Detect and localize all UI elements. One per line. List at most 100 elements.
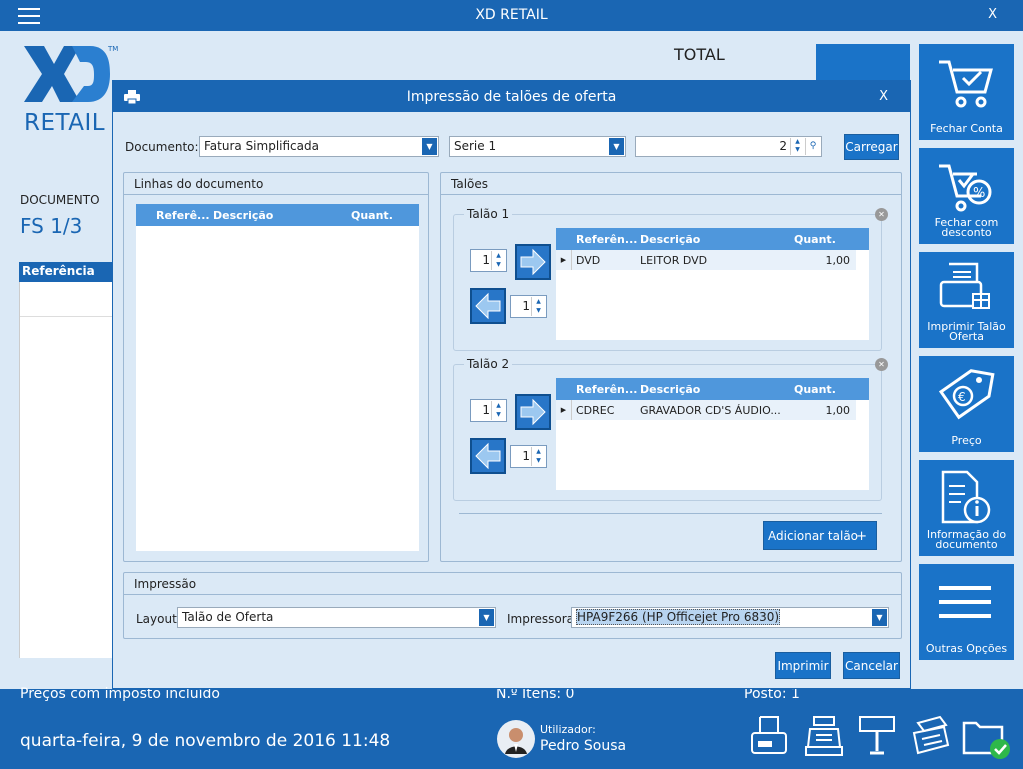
- talao-table[interactable]: Referên... Descrição Quant. ▶ DVD LEITOR…: [556, 228, 869, 340]
- imprimir-talao-oferta-button[interactable]: Imprimir Talão Oferta: [919, 252, 1014, 348]
- fechar-conta-button[interactable]: Fechar Conta: [919, 44, 1014, 140]
- documento-label: DOCUMENTO: [20, 193, 100, 207]
- number-spinner[interactable]: ▲ ▼: [790, 138, 804, 155]
- printer-select[interactable]: HPA9F266 (HP Officejet Pro 6830) ▼: [571, 607, 889, 628]
- cart-check-icon: [939, 60, 993, 108]
- referencia-column-header: Referência: [19, 262, 112, 282]
- printer-select-value: HPA9F266 (HP Officejet Pro 6830): [576, 609, 781, 625]
- move-right-button[interactable]: [515, 244, 551, 280]
- quantity-stepper[interactable]: 1 ▲ ▼: [470, 399, 507, 422]
- cell-ref: CDREC: [576, 404, 615, 417]
- document-lines-grid[interactable]: [19, 282, 112, 658]
- documento-field-label: Documento:: [125, 140, 199, 154]
- talao-table[interactable]: Referên... Descrição Quant. ▶ CDREC GRAV…: [556, 378, 869, 490]
- avatar: [497, 720, 535, 758]
- move-right-button[interactable]: [515, 394, 551, 430]
- column-header: Quant.: [794, 383, 836, 396]
- group-title: Linhas do documento: [124, 173, 428, 195]
- table-row[interactable]: ▶ DVD LEITOR DVD 1,00: [556, 250, 856, 270]
- folder-check-icon[interactable]: [962, 717, 1014, 759]
- layout-select[interactable]: Talão de Oferta ▼: [177, 607, 496, 628]
- tile-label: Fechar Conta: [930, 122, 1003, 135]
- document-info-icon: [941, 470, 991, 524]
- impressao-group: Impressão Layout: Talão de Oferta ▼ Impre…: [123, 572, 902, 639]
- column-header: Descrição: [640, 383, 701, 396]
- price-tag-icon: €: [938, 369, 995, 420]
- cancelar-button[interactable]: Cancelar: [843, 652, 900, 679]
- layout-label: Layout:: [136, 612, 181, 626]
- imprimir-button[interactable]: Imprimir: [775, 652, 831, 679]
- chevron-down-icon: ▼: [422, 138, 437, 155]
- documento-number: FS 1/3: [20, 214, 83, 238]
- chevron-down-icon: ▼: [609, 138, 624, 155]
- dialog-title-bar: Impressão de talões de oferta X: [113, 81, 910, 112]
- informacao-documento-button[interactable]: Informação do documento: [919, 460, 1014, 556]
- document-lines-table[interactable]: Referê... Descrição Quant.: [136, 204, 419, 551]
- arrow-right-icon: [520, 248, 546, 276]
- app-title: XD RETAIL: [475, 7, 548, 23]
- tile-label: Informação do documento: [926, 528, 1007, 551]
- quantity-stepper[interactable]: 1 ▲ ▼: [470, 249, 507, 272]
- outras-opcoes-button[interactable]: Outras Opções: [919, 564, 1014, 660]
- group-title: Talões: [441, 173, 901, 195]
- arrow-left-icon: [475, 442, 501, 470]
- table-row[interactable]: ▶ CDREC GRAVADOR CD'S ÁUDIO... 1,00: [556, 400, 856, 420]
- dialog-title: Impressão de talões de oferta: [406, 89, 617, 105]
- remove-talao-icon[interactable]: ✕: [875, 358, 888, 371]
- move-left-button[interactable]: [470, 438, 506, 474]
- chevron-down-icon: ▼: [872, 609, 887, 626]
- move-left-button[interactable]: [470, 288, 506, 324]
- document-tile-partial[interactable]: [816, 44, 910, 82]
- user-label: Utilizador:: [540, 723, 596, 736]
- adicionar-talao-button[interactable]: Adicionar talão +: [763, 521, 877, 550]
- cell-ref: DVD: [576, 254, 601, 267]
- fechar-com-desconto-button[interactable]: % Fechar com desconto: [919, 148, 1014, 244]
- preco-button[interactable]: € Preço: [919, 356, 1014, 452]
- logo-trademark: TM: [108, 45, 119, 53]
- column-header: Descrição: [213, 209, 274, 222]
- quantity-stepper[interactable]: 1 ▲ ▼: [510, 295, 547, 318]
- datetime: quarta-feira, 9 de novembro de 2016 11:4…: [20, 731, 391, 751]
- column-header: Referê...: [156, 209, 210, 222]
- remove-talao-icon[interactable]: ✕: [875, 208, 888, 221]
- column-header: Quant.: [351, 209, 393, 222]
- talao-legend: Talão 1: [464, 207, 513, 221]
- svg-text:%: %: [973, 186, 985, 201]
- arrow-left-icon: [475, 292, 501, 320]
- app-close-button[interactable]: X: [988, 7, 997, 22]
- documento-select-value: Fatura Simplificada: [204, 139, 319, 153]
- title-bar: XD RETAIL X: [0, 0, 1023, 31]
- cell-qty: 1,00: [825, 404, 851, 417]
- receipt-printer-icon[interactable]: [750, 715, 788, 757]
- tile-label: Outras Opções: [925, 642, 1008, 655]
- user-name: Pedro Sousa: [540, 738, 627, 754]
- taloes-group: Talões Talão 1 ✕ 1 ▲ ▼ 1 ▲ ▼ Referên... Desc…: [440, 172, 902, 562]
- tile-label: Fechar com desconto: [934, 216, 999, 239]
- talao-legend: Talão 2: [464, 357, 513, 371]
- logo-retail-text: RETAIL: [24, 110, 106, 136]
- column-header: Descrição: [640, 233, 701, 246]
- talao-2-group: Talão 2 ✕ 1 ▲ ▼ 1 ▲ ▼ Referên... Descrição Q…: [453, 357, 888, 501]
- document-number-input[interactable]: 2 ▲ ▼ ⚲: [635, 136, 822, 157]
- quantity-stepper[interactable]: 1 ▲ ▼: [510, 445, 547, 468]
- column-header: Referên...: [576, 383, 638, 396]
- documento-select[interactable]: Fatura Simplificada ▼: [199, 136, 439, 157]
- card-terminal-icon[interactable]: [910, 715, 950, 757]
- search-icon[interactable]: ⚲: [805, 138, 820, 155]
- table-header: Referê... Descrição Quant.: [136, 204, 419, 226]
- serie-select[interactable]: Serie 1 ▼: [449, 136, 626, 157]
- cell-desc: GRAVADOR CD'S ÁUDIO...: [640, 404, 781, 417]
- stepper-value: 1: [482, 253, 490, 267]
- cash-register-icon[interactable]: [804, 715, 844, 757]
- plus-icon: +: [856, 529, 867, 544]
- chevron-down-icon: ▼: [479, 609, 494, 626]
- column-header: Quant.: [794, 233, 836, 246]
- table-header: Referên... Descrição Quant.: [556, 228, 869, 250]
- column-header: Referên...: [576, 233, 638, 246]
- arrow-right-icon: [520, 398, 546, 426]
- carregar-button[interactable]: Carregar: [844, 134, 899, 160]
- dialog-close-button[interactable]: X: [879, 89, 888, 104]
- table-header: Referên... Descrição Quant.: [556, 378, 869, 400]
- customer-display-icon[interactable]: [858, 715, 896, 757]
- svg-text:€: €: [958, 390, 966, 404]
